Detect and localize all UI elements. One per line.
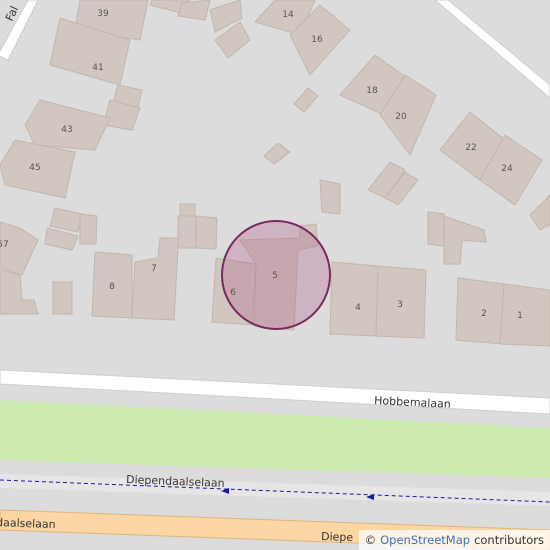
map-canvas[interactable]: 39 14 16 41 18 20 43 22 24 45 7 8 5 6 4 … xyxy=(0,0,550,550)
building-small-1 xyxy=(293,87,319,113)
house-number-18: 18 xyxy=(366,86,378,96)
road-top-right xyxy=(434,0,550,99)
attribution-suffix: contributors xyxy=(474,533,544,547)
house-number-22: 22 xyxy=(465,143,476,153)
house-number-3: 3 xyxy=(397,300,403,310)
copyright-symbol: © xyxy=(364,533,377,547)
openstreetmap-link[interactable]: OpenStreetMap xyxy=(380,533,470,547)
building-small-5 xyxy=(319,179,341,215)
house-number-8: 8 xyxy=(109,282,115,292)
house-number-16: 16 xyxy=(311,35,323,45)
building-right-edge xyxy=(529,194,550,231)
street-label-diependaalselaan-left: daalselaan xyxy=(0,516,56,531)
house-number-45: 45 xyxy=(29,163,40,173)
building-row-3 xyxy=(79,213,98,245)
building-57b xyxy=(0,269,39,315)
house-number-2: 2 xyxy=(481,309,487,319)
building-small-9 xyxy=(443,215,487,265)
building-4 xyxy=(329,261,379,337)
building-small-6 xyxy=(179,203,196,217)
house-number-43: 43 xyxy=(61,125,72,135)
street-label-diependaalselaan-right: Diepe xyxy=(321,530,354,544)
map-attribution: © OpenStreetMap contributors xyxy=(358,530,550,550)
street-label-hobbemalaan: Hobbemalaan xyxy=(374,394,451,411)
building-top-2 xyxy=(177,0,211,21)
house-number-7: 7 xyxy=(151,264,157,274)
building-7b xyxy=(195,215,218,250)
grass-strip xyxy=(0,400,550,478)
house-number-20: 20 xyxy=(395,112,407,122)
house-number-1: 1 xyxy=(517,311,523,321)
house-number-24: 24 xyxy=(501,164,513,174)
building-7a xyxy=(177,215,197,249)
house-number-4: 4 xyxy=(355,303,361,313)
building-small-7 xyxy=(52,281,73,315)
house-number-39: 39 xyxy=(97,9,109,19)
building-7 xyxy=(131,237,179,321)
building-1 xyxy=(499,283,550,347)
house-number-57: 57 xyxy=(0,240,9,250)
house-number-14: 14 xyxy=(282,10,294,20)
building-small-2 xyxy=(263,142,291,165)
building-small-8 xyxy=(427,211,445,247)
house-number-5: 5 xyxy=(272,271,278,281)
house-number-41: 41 xyxy=(92,63,103,73)
building-2 xyxy=(455,277,505,345)
building-row-1 xyxy=(49,207,83,233)
footpath xyxy=(0,474,550,506)
house-number-6: 6 xyxy=(230,288,236,298)
